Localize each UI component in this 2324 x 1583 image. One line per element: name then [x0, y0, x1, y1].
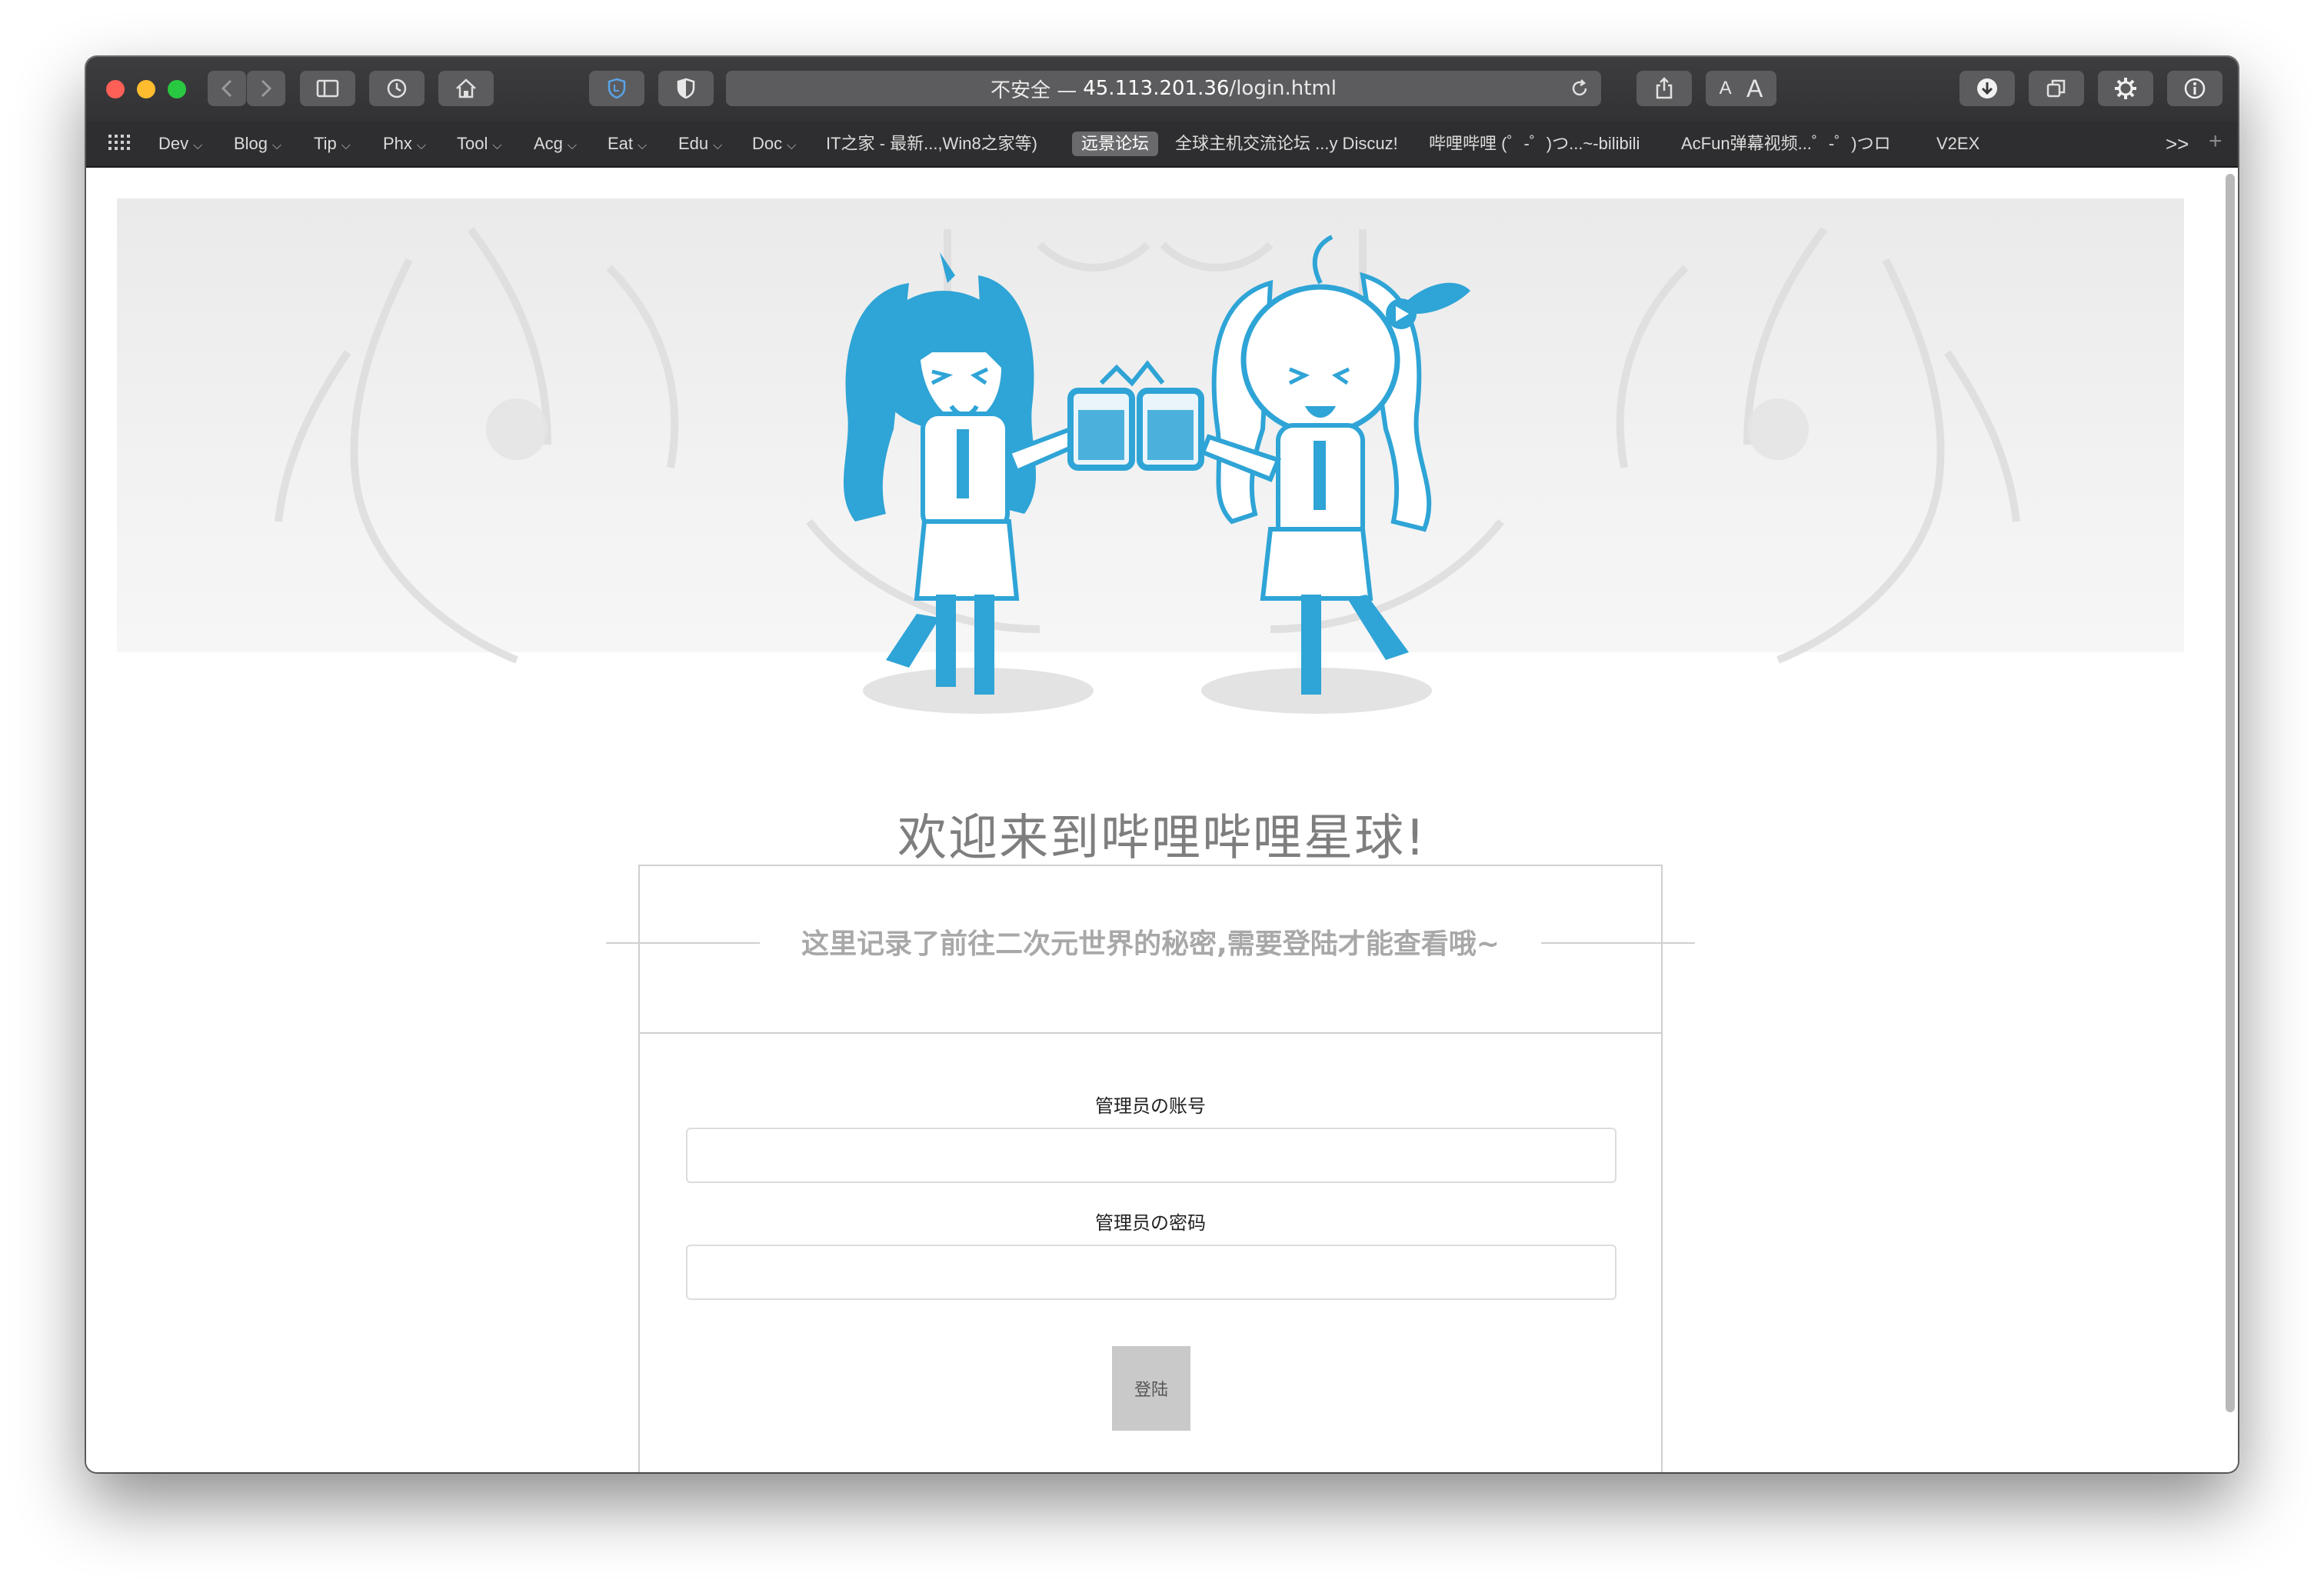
bookmark-label: Eat: [608, 134, 634, 153]
bookmark-label: 远景论坛: [1081, 134, 1150, 153]
tabs-overview-button[interactable]: [2029, 71, 2084, 106]
history-button[interactable]: [369, 71, 425, 106]
sidebar-icon: [316, 79, 339, 98]
apps-grid-icon[interactable]: [108, 132, 131, 160]
bookmark-label: Acg: [534, 134, 563, 153]
back-icon: [221, 79, 232, 98]
reload-icon[interactable]: [1569, 78, 1590, 105]
address-path: /login.html: [1229, 77, 1337, 100]
bookmarks-bar: Dev ⌵ Blog ⌵ Tip ⌵ Phx ⌵ Tool ⌵ Acg ⌵ Eat ⌵ Edu…: [86, 122, 2238, 168]
bookmark-label: Tip: [314, 134, 337, 153]
bookmark-bilibili[interactable]: 哔哩哔哩 (゜-゜)つ...~-bilibili: [1429, 132, 1640, 156]
font-large-icon[interactable]: A: [1746, 75, 1763, 103]
chevron-down-icon: ⌵: [638, 139, 648, 152]
home-button[interactable]: [438, 71, 494, 106]
account-label: 管理员の账号: [1095, 1095, 1206, 1117]
info-button[interactable]: [2167, 71, 2222, 106]
bookmark-label: Dev: [158, 134, 189, 153]
forward-button[interactable]: [247, 71, 285, 106]
address-bar[interactable]: 不安全 — 45.113.201.36/login.html: [726, 71, 1601, 106]
font-small-icon[interactable]: A: [1720, 78, 1732, 99]
bookmark-ithome[interactable]: IT之家 - 最新...,Win8之家等): [826, 132, 1037, 156]
bookmark-label: V2EX: [1936, 134, 1980, 153]
page-scrollbar[interactable]: [2226, 174, 2235, 1412]
browser-toolbar: 不安全 — 45.113.201.36/login.html A A: [86, 57, 2238, 122]
browser-window: 不安全 — 45.113.201.36/login.html A A Dev ⌵…: [86, 57, 2238, 1472]
bookmark-label: AcFun弹幕视频...゜-゜)つロ: [1681, 134, 1891, 153]
share-icon: [1654, 77, 1674, 100]
banner-image: [117, 198, 2184, 714]
bookmark-folder-acg[interactable]: Acg ⌵: [534, 132, 577, 156]
account-input[interactable]: [686, 1128, 1616, 1183]
privacy-icon: [676, 78, 696, 99]
mascot-33-illustration: [1200, 235, 1470, 714]
chevron-down-icon: ⌵: [787, 139, 797, 152]
back-button[interactable]: [208, 71, 246, 106]
tabs-icon: [2046, 78, 2067, 99]
shield-icon: [607, 78, 627, 99]
settings-icon: [2113, 76, 2138, 101]
bookmark-label: Edu: [678, 134, 709, 153]
bookmark-folder-doc[interactable]: Doc ⌵: [752, 132, 796, 156]
bookmark-folder-eat[interactable]: Eat ⌵: [608, 132, 647, 156]
chevron-down-icon: ⌵: [713, 139, 723, 152]
login-subtitle: 这里记录了前往二次元世界的秘密,需要登陆才能查看哦~: [801, 928, 1500, 960]
share-button[interactable]: [1636, 71, 1692, 106]
bookmark-folder-edu[interactable]: Edu ⌵: [678, 132, 722, 156]
bookmark-label: Doc: [752, 134, 783, 153]
password-input[interactable]: [686, 1245, 1616, 1300]
settings-button[interactable]: [2098, 71, 2153, 106]
close-window-button[interactable]: [106, 80, 125, 98]
font-size-control[interactable]: A A: [1706, 71, 1776, 106]
address-host: 45.113.201.36: [1083, 77, 1230, 100]
new-tab-button[interactable]: +: [2209, 129, 2222, 154]
bookmark-hostloc[interactable]: 全球主机交流论坛 ...y Discuz!: [1175, 132, 1398, 156]
bookmark-label: Tool: [457, 134, 488, 153]
password-label: 管理员の密码: [1095, 1212, 1206, 1234]
download-icon: [1976, 77, 1999, 100]
sidebar-button[interactable]: [300, 71, 355, 106]
privacy-button[interactable]: [658, 71, 714, 106]
history-icon: [386, 78, 408, 99]
chevron-down-icon: ⌵: [567, 139, 578, 152]
welcome-title: 欢迎来到哔哩哔哩星球!: [897, 810, 1427, 867]
bookmarks-overflow-button[interactable]: >>: [2166, 132, 2189, 156]
bookmark-folder-tip[interactable]: Tip ⌵: [314, 132, 351, 156]
downloads-button[interactable]: [1959, 71, 2015, 106]
bookmark-folder-phx[interactable]: Phx ⌵: [383, 132, 426, 156]
bookmark-acfun[interactable]: AcFun弹幕视频...゜-゜)つロ: [1681, 132, 1891, 156]
bookmark-pcbeta[interactable]: 远景论坛: [1072, 132, 1159, 156]
bookmark-label: Phx: [383, 134, 412, 153]
chevron-down-icon: ⌵: [272, 139, 282, 152]
chevron-down-icon: ⌵: [492, 139, 502, 152]
security-warning-label: 不安全 —: [990, 78, 1077, 102]
mascot-22-illustration: [843, 252, 1094, 714]
page-content: 欢迎来到哔哩哔哩星球! 这里记录了前往二次元世界的秘密,需要登陆才能查看哦~ 管…: [86, 168, 2238, 1472]
login-button[interactable]: 登陆: [1112, 1346, 1190, 1431]
bookmark-folder-blog[interactable]: Blog ⌵: [234, 132, 281, 156]
chevron-down-icon: ⌵: [341, 139, 351, 152]
chevron-down-icon: ⌵: [416, 139, 427, 152]
beer-mugs-illustration: [1067, 360, 1204, 471]
minimize-window-button[interactable]: [137, 80, 155, 98]
forward-icon: [261, 79, 271, 98]
bookmark-label: IT之家 - 最新...,Win8之家等): [826, 134, 1038, 153]
password-manager-button[interactable]: [589, 71, 644, 106]
bookmark-folder-dev[interactable]: Dev ⌵: [158, 132, 202, 156]
chevron-down-icon: ⌵: [193, 139, 203, 152]
bookmark-v2ex[interactable]: V2EX: [1936, 132, 1979, 156]
bookmark-label: Blog: [234, 134, 268, 153]
bookmark-folder-tool[interactable]: Tool ⌵: [457, 132, 502, 156]
bookmark-label: 哔哩哔哩 (゜-゜)つ...~-bilibili: [1429, 134, 1640, 153]
bookmark-label: 全球主机交流论坛 ...y Discuz!: [1175, 134, 1398, 153]
info-icon: [2183, 77, 2206, 100]
zoom-window-button[interactable]: [168, 80, 186, 98]
home-icon: [454, 78, 478, 99]
